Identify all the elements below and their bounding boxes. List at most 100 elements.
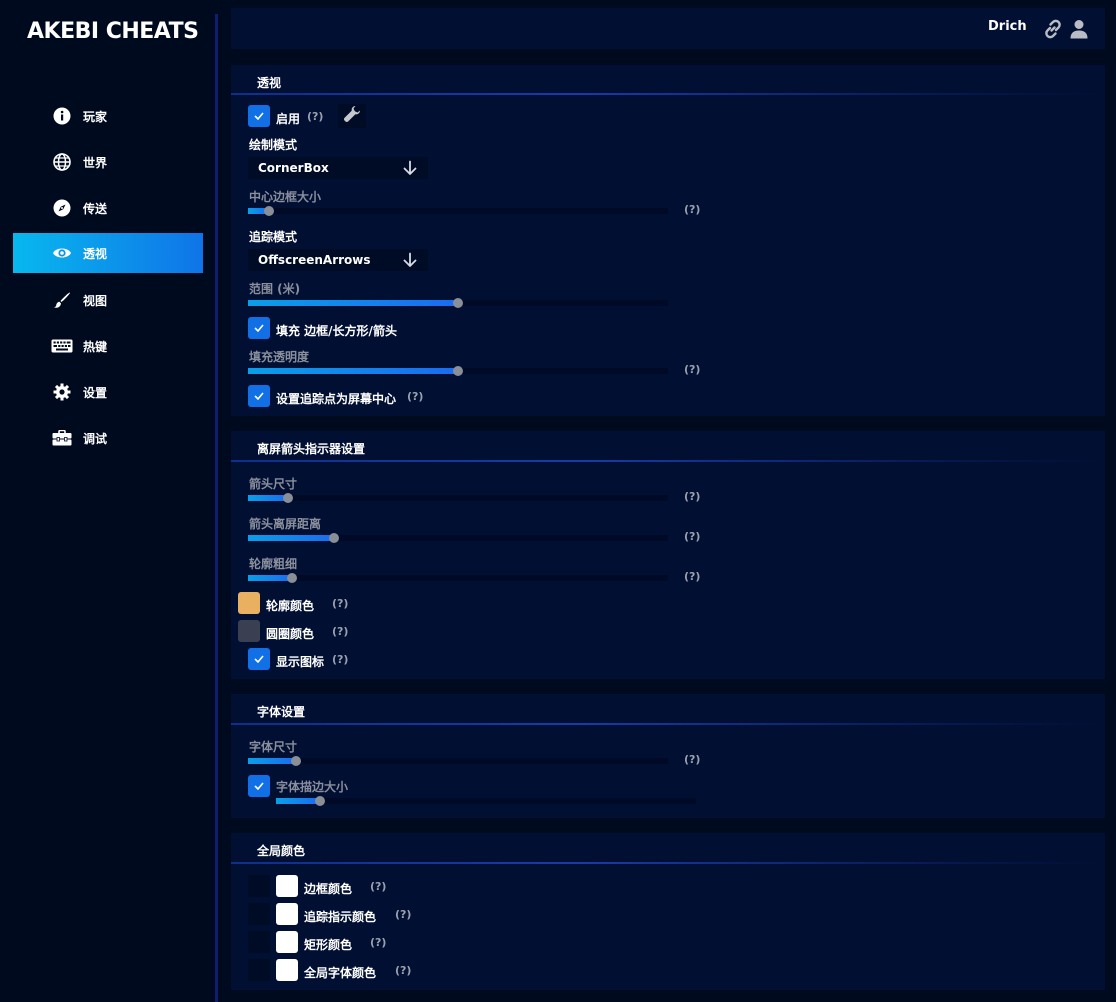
slider-knob[interactable] <box>453 298 463 308</box>
panel-title: 离屏箭头指示器设置 <box>257 442 366 456</box>
tracer-center-checkbox[interactable] <box>248 385 270 407</box>
center-box-size-label: 中心边框大小 <box>249 190 322 204</box>
tracer-mode-label: 追踪模式 <box>249 230 298 244</box>
wrench-icon <box>343 105 361 127</box>
circle-color-swatch[interactable] <box>238 620 260 642</box>
help-icon[interactable]: (?) <box>684 363 700 376</box>
help-icon[interactable]: (?) <box>370 936 386 949</box>
slider-knob[interactable] <box>315 796 326 806</box>
sidebar-item-hotkeys[interactable]: 热键 <box>13 326 203 366</box>
color-toggle[interactable] <box>248 959 270 981</box>
help-icon[interactable]: (?) <box>684 753 700 766</box>
sidebar-item-label: 调试 <box>83 431 108 446</box>
font-outline-size-slider[interactable] <box>276 796 696 806</box>
help-icon[interactable]: (?) <box>307 110 323 123</box>
show-icon-label: 显示图标 <box>276 655 325 669</box>
globe-icon <box>51 151 73 173</box>
fill-opacity-slider[interactable] <box>248 366 668 376</box>
font-size-label: 字体尺寸 <box>249 740 298 754</box>
box-color-swatch[interactable] <box>276 875 298 897</box>
font-color-swatch[interactable] <box>276 959 298 981</box>
panel-divider <box>231 723 1105 725</box>
user-icon[interactable] <box>1067 17 1091 41</box>
slider-knob[interactable] <box>264 206 274 216</box>
help-icon[interactable]: (?) <box>332 653 348 666</box>
fill-checkbox[interactable] <box>248 317 270 339</box>
slider-fill <box>276 798 321 804</box>
sidebar-divider <box>215 14 218 1002</box>
help-icon[interactable]: (?) <box>684 570 700 583</box>
color-toggle[interactable] <box>248 931 270 953</box>
arrow-size-label: 箭头尺寸 <box>249 477 298 491</box>
draw-mode-select[interactable]: CornerBox <box>248 157 428 179</box>
font-color-label: 全局字体颜色 <box>304 966 377 980</box>
slider-knob[interactable] <box>287 573 298 583</box>
keyboard-icon <box>51 335 73 357</box>
brush-icon <box>51 289 73 311</box>
tracer-color-swatch[interactable] <box>276 903 298 925</box>
sidebar-item-world[interactable]: 世界 <box>13 142 203 182</box>
link-icon[interactable] <box>1041 17 1065 41</box>
slider-fill <box>248 758 297 764</box>
help-icon[interactable]: (?) <box>407 390 423 403</box>
compass-icon <box>51 197 73 219</box>
tracer-mode-value: OffscreenArrows <box>258 253 371 267</box>
enable-checkbox[interactable] <box>248 105 270 127</box>
tracer-color-label: 追踪指示颜色 <box>304 910 377 924</box>
sidebar-item-visuals[interactable]: 视图 <box>13 280 203 320</box>
check-icon <box>254 324 264 332</box>
app-logo: AKEBI CHEATS <box>27 19 199 44</box>
range-label: 范围 (米) <box>249 282 301 296</box>
help-icon[interactable]: (?) <box>395 964 411 977</box>
outline-thickness-slider[interactable] <box>248 573 668 583</box>
help-icon[interactable]: (?) <box>332 597 348 610</box>
panel-divider <box>231 862 1105 864</box>
arrow-size-slider[interactable] <box>248 493 668 503</box>
sidebar-item-esp[interactable]: 透视 <box>13 233 203 273</box>
offscreen-arrows-panel: 离屏箭头指示器设置 箭头尺寸 (?) 箭头离屏距离 (?) 轮廓粗细 (?) 轮… <box>231 431 1105 679</box>
rect-color-label: 矩形颜色 <box>304 938 353 952</box>
arrow-distance-slider[interactable] <box>248 533 668 543</box>
esp-settings-button[interactable] <box>338 104 366 128</box>
help-icon[interactable]: (?) <box>370 880 386 893</box>
slider-fill <box>248 300 458 306</box>
toolbox-icon <box>51 427 73 449</box>
sidebar: AKEBI CHEATS 玩家 世界 传送 透视 视图 热键 设置 调试 <box>0 0 216 1002</box>
font-size-slider[interactable] <box>248 756 668 766</box>
sidebar-item-debug[interactable]: 调试 <box>13 418 203 458</box>
font-outline-checkbox[interactable] <box>248 775 270 797</box>
outline-color-swatch[interactable] <box>238 592 260 614</box>
center-box-size-slider[interactable] <box>248 206 668 216</box>
gear-icon <box>51 381 73 403</box>
rect-color-swatch[interactable] <box>276 931 298 953</box>
help-icon[interactable]: (?) <box>684 490 700 503</box>
help-icon[interactable]: (?) <box>395 908 411 921</box>
panel-divider <box>231 460 1105 462</box>
sidebar-item-label: 设置 <box>83 385 108 400</box>
eye-icon <box>51 242 73 264</box>
sidebar-item-player[interactable]: 玩家 <box>13 96 203 136</box>
slider-fill <box>248 575 293 581</box>
panel-divider <box>231 93 1105 95</box>
sidebar-item-label: 视图 <box>83 293 108 308</box>
tracer-center-label: 设置追踪点为屏幕中心 <box>276 392 397 406</box>
tracer-mode-select[interactable]: OffscreenArrows <box>248 249 428 271</box>
slider-knob[interactable] <box>453 366 463 376</box>
show-icon-checkbox[interactable] <box>248 648 270 670</box>
color-toggle[interactable] <box>248 903 270 925</box>
color-toggle[interactable] <box>248 875 270 897</box>
check-icon <box>254 782 264 790</box>
sidebar-item-settings[interactable]: 设置 <box>13 372 203 412</box>
check-icon <box>254 112 264 120</box>
slider-knob[interactable] <box>329 533 340 543</box>
outline-thickness-label: 轮廓粗细 <box>249 557 298 571</box>
range-slider[interactable] <box>248 298 668 308</box>
help-icon[interactable]: (?) <box>684 203 700 216</box>
help-icon[interactable]: (?) <box>684 530 700 543</box>
sidebar-item-label: 世界 <box>83 155 108 170</box>
slider-knob[interactable] <box>291 756 302 766</box>
help-icon[interactable]: (?) <box>332 625 348 638</box>
slider-fill <box>248 535 335 541</box>
slider-knob[interactable] <box>282 493 293 503</box>
sidebar-item-teleport[interactable]: 传送 <box>13 188 203 228</box>
